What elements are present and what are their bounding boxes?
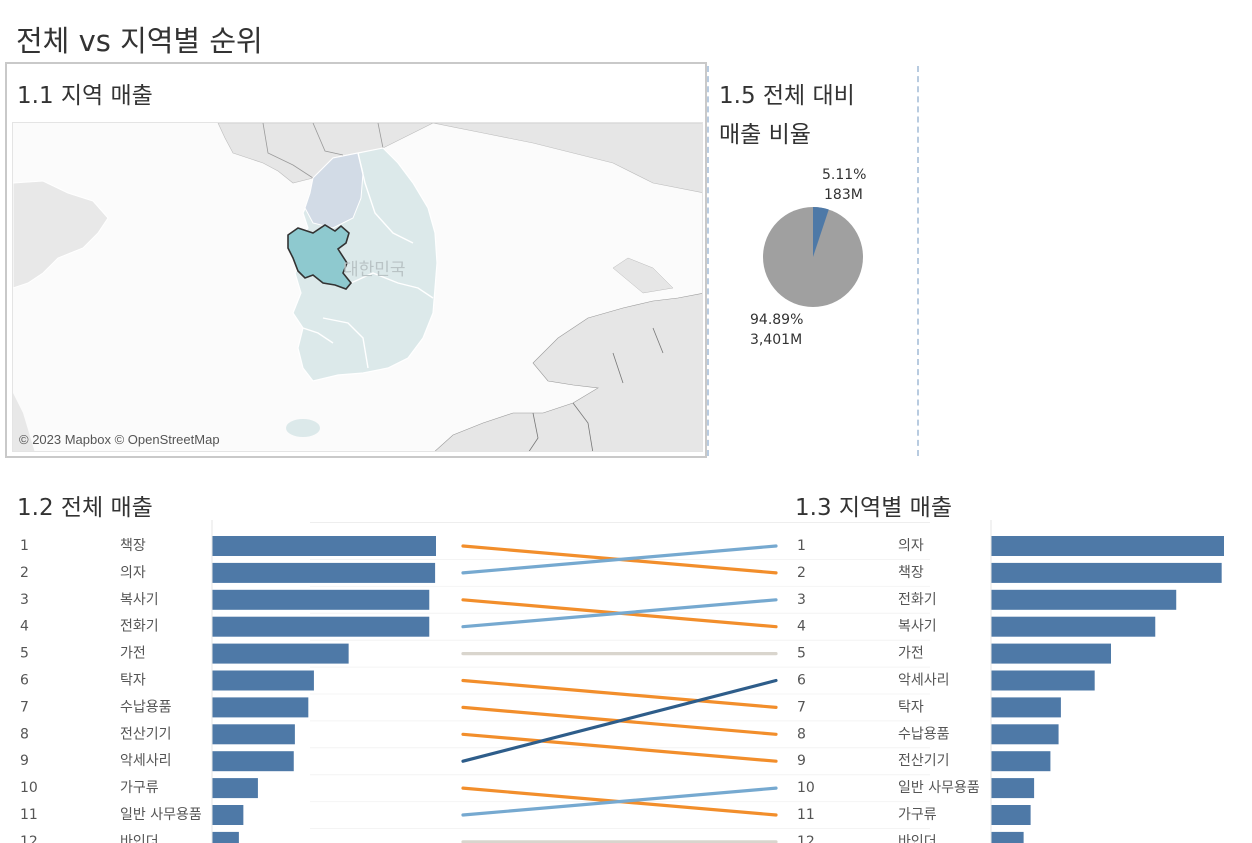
region-bar[interactable] xyxy=(991,697,1061,718)
total-category-label: 일반 사무용품 xyxy=(120,807,202,823)
region-category-label: 전화기 xyxy=(898,592,937,608)
region-bar[interactable] xyxy=(991,616,1156,637)
total-rank-label: 11 xyxy=(20,807,38,823)
total-category-label: 수납용품 xyxy=(120,699,172,715)
region-bar[interactable] xyxy=(991,831,1024,843)
rank-chart: 1 책장 2 의자 3 복사기 4 전화기 5 가전 6 탁자 7 수납용품 8 전산기기 9 악세사리 10 가구류… xyxy=(20,520,1224,843)
total-category-label: 복사기 xyxy=(120,592,159,608)
region-rank-label: 10 xyxy=(797,780,815,796)
total-category-label: 가구류 xyxy=(120,780,159,796)
region-bar[interactable] xyxy=(991,536,1224,556)
total-category-label: 전화기 xyxy=(120,619,159,635)
total-rank-label: 10 xyxy=(20,780,38,796)
region-rank-label: 5 xyxy=(797,646,806,662)
region-rank-label: 9 xyxy=(797,753,806,769)
region-category-label: 전산기기 xyxy=(898,753,950,769)
page-title: 전체 vs 지역별 순위 xyxy=(16,24,263,58)
region-category-label: 가구류 xyxy=(898,807,937,823)
total-rank-label: 5 xyxy=(20,646,29,662)
pie-large-pct: 94.89% xyxy=(750,312,804,328)
total-rank-label: 9 xyxy=(20,753,29,769)
total-bar[interactable] xyxy=(212,643,349,664)
total-category-label: 탁자 xyxy=(120,673,146,689)
region-category-label: 탁자 xyxy=(898,699,924,715)
jeju-island xyxy=(286,419,320,437)
total-rank-label: 12 xyxy=(20,834,38,843)
pie-small-pct: 5.11% xyxy=(822,167,867,183)
total-bar[interactable] xyxy=(212,536,436,556)
total-rank-label: 2 xyxy=(20,565,29,581)
total-rank-label: 7 xyxy=(20,699,29,715)
total-bar[interactable] xyxy=(212,751,294,772)
divider-left xyxy=(707,66,709,456)
region-category-label: 책장 xyxy=(898,565,924,581)
region-bar[interactable] xyxy=(991,643,1111,664)
region-rank-label: 3 xyxy=(797,592,806,608)
region-bar[interactable] xyxy=(991,724,1059,745)
divider-right xyxy=(917,66,919,456)
region-sales-title: 1.3 지역별 매출 xyxy=(795,495,952,521)
region-category-label: 의자 xyxy=(898,538,924,554)
region-map[interactable]: 대한민국 xyxy=(12,122,703,452)
pie-large-value: 3,401M xyxy=(750,332,803,348)
region-bar[interactable] xyxy=(991,778,1035,799)
total-bar[interactable] xyxy=(212,616,430,637)
total-category-label: 바인더 xyxy=(120,834,159,843)
total-category-label: 책장 xyxy=(120,538,146,554)
region-bar[interactable] xyxy=(991,805,1031,825)
total-category-label: 가전 xyxy=(120,646,146,662)
pie-chart xyxy=(763,207,863,307)
region-bar[interactable] xyxy=(991,589,1177,610)
region-rank-label: 4 xyxy=(797,619,806,635)
total-bar[interactable] xyxy=(212,805,244,825)
japan-landmass xyxy=(434,293,702,451)
total-rank-label: 3 xyxy=(20,592,29,608)
region-rank-label: 8 xyxy=(797,726,806,742)
japan-island xyxy=(612,257,674,294)
region-rank-label: 12 xyxy=(797,834,815,843)
total-category-label: 전산기기 xyxy=(120,726,172,742)
region-category-label: 수납용품 xyxy=(898,726,950,742)
region-category-label: 바인더 xyxy=(898,834,937,843)
total-bar[interactable] xyxy=(212,562,436,583)
total-bar[interactable] xyxy=(212,724,295,745)
total-category-label: 악세사리 xyxy=(120,753,172,769)
total-bar[interactable] xyxy=(212,697,309,718)
total-rank-label: 8 xyxy=(20,726,29,742)
region-bar[interactable] xyxy=(991,751,1051,772)
region-rank-label: 6 xyxy=(797,673,806,689)
pie-large-label: 94.89% 3,401M xyxy=(750,310,803,350)
region-category-label: 일반 사무용품 xyxy=(898,780,980,796)
region-bar[interactable] xyxy=(991,670,1095,691)
region-bar[interactable] xyxy=(991,562,1222,583)
china-landmass xyxy=(13,180,109,289)
total-bar[interactable] xyxy=(212,778,258,799)
region-category-label: 복사기 xyxy=(898,619,937,635)
region-rank-label: 1 xyxy=(797,538,806,554)
pie-small-label: 5.11% 183M xyxy=(822,165,866,205)
region-rank-label: 7 xyxy=(797,699,806,715)
region-rank-label: 2 xyxy=(797,565,806,581)
total-rank-label: 6 xyxy=(20,673,29,689)
country-label: 대한민국 xyxy=(343,260,406,280)
map-svg: 대한민국 xyxy=(13,123,702,451)
total-category-label: 의자 xyxy=(120,565,146,581)
total-rank-label: 1 xyxy=(20,538,29,554)
total-bar[interactable] xyxy=(212,589,430,610)
total-sales-title: 1.2 전체 매출 xyxy=(17,495,153,521)
total-bar[interactable] xyxy=(212,670,314,691)
region-rank-label: 11 xyxy=(797,807,815,823)
total-bar[interactable] xyxy=(212,831,239,843)
region-category-label: 가전 xyxy=(898,646,924,662)
region-category-label: 악세사리 xyxy=(898,673,950,689)
total-rank-label: 4 xyxy=(20,619,29,635)
pie-small-value: 183M xyxy=(824,187,863,203)
pie-title-line1: 1.5 전체 대비 xyxy=(719,83,855,109)
map-title: 1.1 지역 매출 xyxy=(17,83,153,109)
north-landmass xyxy=(217,123,702,193)
map-attribution[interactable]: © 2023 Mapbox © OpenStreetMap xyxy=(19,432,220,447)
pie-title-line2: 매출 비율 xyxy=(719,122,811,148)
